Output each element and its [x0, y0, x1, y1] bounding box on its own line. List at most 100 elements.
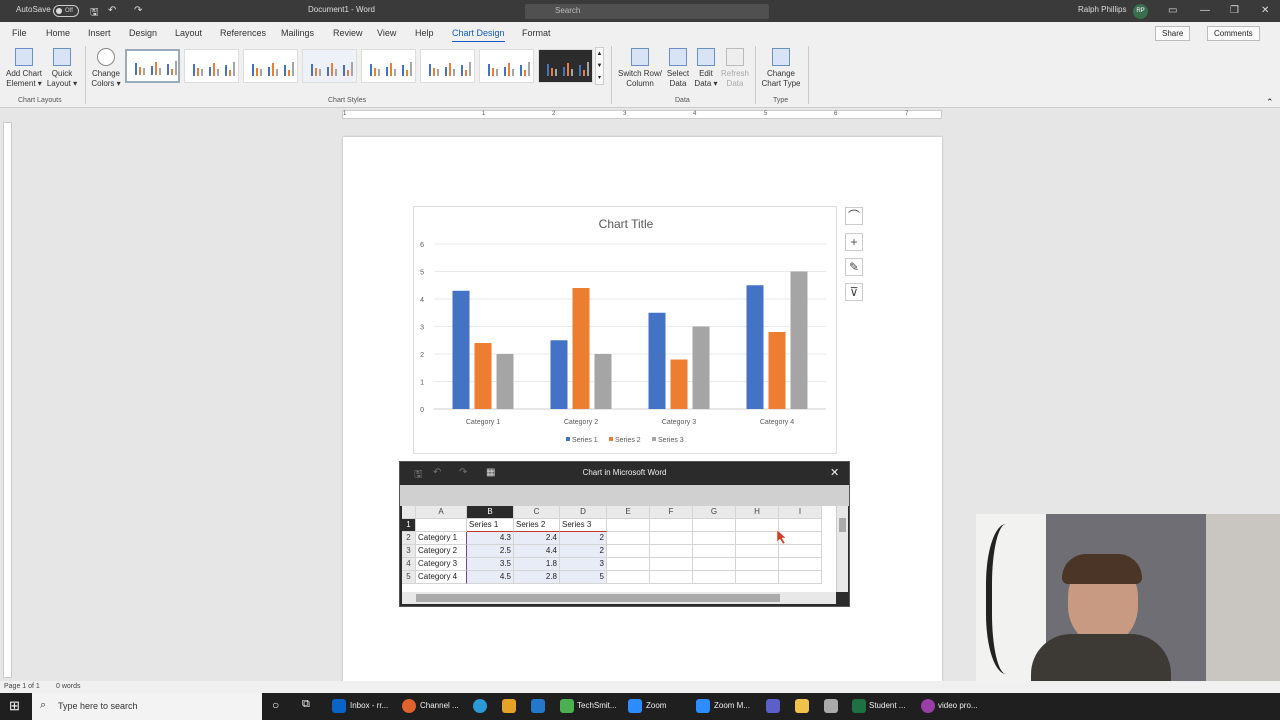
table-cell[interactable]: [650, 545, 693, 558]
chart-style-1[interactable]: [125, 49, 180, 83]
table-cell[interactable]: Series 2: [514, 519, 560, 532]
scroll-thumb[interactable]: [839, 518, 846, 532]
horizontal-ruler[interactable]: 1 1 2 3 4 5 6 7: [342, 110, 942, 119]
collapse-ribbon-icon[interactable]: ⌃: [1266, 97, 1274, 108]
row-header[interactable]: 4: [402, 558, 416, 571]
zoom-meeting-icon[interactable]: [696, 699, 710, 713]
bar[interactable]: [790, 271, 808, 410]
bar[interactable]: [452, 290, 470, 409]
column-header[interactable]: A: [416, 506, 467, 519]
table-cell[interactable]: Category 2: [416, 545, 467, 558]
tab-mailings[interactable]: Mailings: [281, 28, 314, 38]
styles-scroll[interactable]: ▲ ▼ ▾: [595, 47, 604, 85]
row-header[interactable]: 1: [402, 519, 416, 532]
chart-filters-icon[interactable]: ⊽: [845, 283, 863, 301]
table-cell[interactable]: 1.8: [514, 558, 560, 571]
column-header[interactable]: E: [607, 506, 650, 519]
table-cell[interactable]: [607, 532, 650, 545]
table-cell[interactable]: [779, 571, 822, 584]
formula-bar[interactable]: [400, 485, 849, 506]
horizontal-scrollbar[interactable]: [402, 592, 836, 604]
chart-style-8[interactable]: [538, 49, 593, 83]
calculator-icon[interactable]: [824, 699, 838, 713]
bar[interactable]: [670, 359, 688, 410]
table-cell[interactable]: 3: [560, 558, 607, 571]
bar[interactable]: [474, 343, 492, 409]
taskbar-app-label[interactable]: Student ...: [869, 701, 905, 710]
taskbar-app-label[interactable]: Channel ...: [420, 701, 459, 710]
taskbar-app-label[interactable]: Inbox - rr...: [350, 701, 388, 710]
sublime-icon[interactable]: [502, 699, 516, 713]
avatar[interactable]: RP: [1133, 4, 1148, 19]
table-cell[interactable]: Category 1: [416, 532, 467, 545]
table-cell[interactable]: [650, 519, 693, 532]
tab-help[interactable]: Help: [415, 28, 434, 38]
table-cell[interactable]: 2.5: [467, 545, 514, 558]
legend-entry[interactable]: Series 2: [615, 437, 641, 444]
bar[interactable]: [768, 332, 786, 409]
table-cell[interactable]: [736, 545, 779, 558]
brave-icon[interactable]: [402, 699, 416, 713]
tab-home[interactable]: Home: [46, 28, 70, 38]
table-cell[interactable]: Series 1: [467, 519, 514, 532]
taskbar-app-label[interactable]: video pro...: [938, 701, 978, 710]
outlook-icon[interactable]: [332, 699, 346, 713]
table-cell[interactable]: [607, 519, 650, 532]
tab-view[interactable]: View: [377, 28, 396, 38]
table-cell[interactable]: 5: [560, 571, 607, 584]
table-cell[interactable]: [607, 558, 650, 571]
table-cell[interactable]: 3.5: [467, 558, 514, 571]
select-data-button[interactable]: Select Data: [664, 48, 692, 89]
column-header[interactable]: B: [467, 506, 514, 519]
chart-elements-icon[interactable]: +: [845, 233, 863, 251]
table-cell[interactable]: 2.4: [514, 532, 560, 545]
table-cell[interactable]: [693, 532, 736, 545]
tab-review[interactable]: Review: [333, 28, 363, 38]
tab-design[interactable]: Design: [129, 28, 157, 38]
redo-icon[interactable]: ↷: [134, 5, 142, 16]
chart-style-3[interactable]: [243, 49, 298, 83]
legend-entry[interactable]: Series 1: [572, 437, 598, 444]
select-all-corner[interactable]: [402, 506, 416, 519]
minimize-icon[interactable]: —: [1200, 5, 1210, 16]
change-chart-type-button[interactable]: Change Chart Type: [758, 48, 804, 89]
bar[interactable]: [496, 354, 514, 409]
column-header[interactable]: G: [693, 506, 736, 519]
comments-button[interactable]: Comments: [1207, 26, 1260, 41]
table-cell[interactable]: [736, 558, 779, 571]
table-cell[interactable]: [607, 545, 650, 558]
table-cell[interactable]: [736, 571, 779, 584]
chart-area[interactable]: Chart Title 0 1 2 3 4 5 6 Category 1 Category 2…: [413, 206, 837, 454]
refresh-data-button[interactable]: Refresh Data: [720, 48, 750, 89]
table-cell[interactable]: 4.3: [467, 532, 514, 545]
tab-format[interactable]: Format: [522, 28, 551, 38]
chart-style-5[interactable]: [361, 49, 416, 83]
tab-references[interactable]: References: [220, 28, 266, 38]
table-cell[interactable]: [416, 519, 467, 532]
save-icon[interactable]: 🖫: [90, 5, 99, 22]
layout-options-icon[interactable]: ⌒: [845, 207, 863, 225]
taskbar-app-label[interactable]: TechSmit...: [577, 701, 617, 710]
undo-icon[interactable]: ↶: [108, 5, 116, 16]
column-header[interactable]: F: [650, 506, 693, 519]
table-cell[interactable]: 2: [560, 532, 607, 545]
table-cell[interactable]: 2.8: [514, 571, 560, 584]
zoom-icon[interactable]: [628, 699, 642, 713]
switch-row-column-button[interactable]: Switch Row/ Column: [616, 48, 664, 89]
tab-chart-design[interactable]: Chart Design: [452, 28, 505, 43]
taskbar-app-label[interactable]: Zoom M...: [714, 701, 750, 710]
bar[interactable]: [550, 340, 568, 409]
close-icon[interactable]: ✕: [830, 466, 839, 479]
file-explorer-icon[interactable]: [795, 699, 809, 713]
vscode-icon[interactable]: [531, 699, 545, 713]
taskbar-app-label[interactable]: Zoom: [646, 701, 666, 710]
vertical-ruler[interactable]: [3, 122, 12, 678]
table-cell[interactable]: 4.4: [514, 545, 560, 558]
chart-style-4[interactable]: [302, 49, 357, 83]
techsmith-icon[interactable]: [560, 699, 574, 713]
ribbon-display-icon[interactable]: ▭: [1168, 5, 1177, 16]
bar[interactable]: [746, 285, 764, 409]
edge-icon[interactable]: [473, 699, 487, 713]
bar[interactable]: [594, 354, 612, 409]
table-cell[interactable]: [736, 532, 779, 545]
